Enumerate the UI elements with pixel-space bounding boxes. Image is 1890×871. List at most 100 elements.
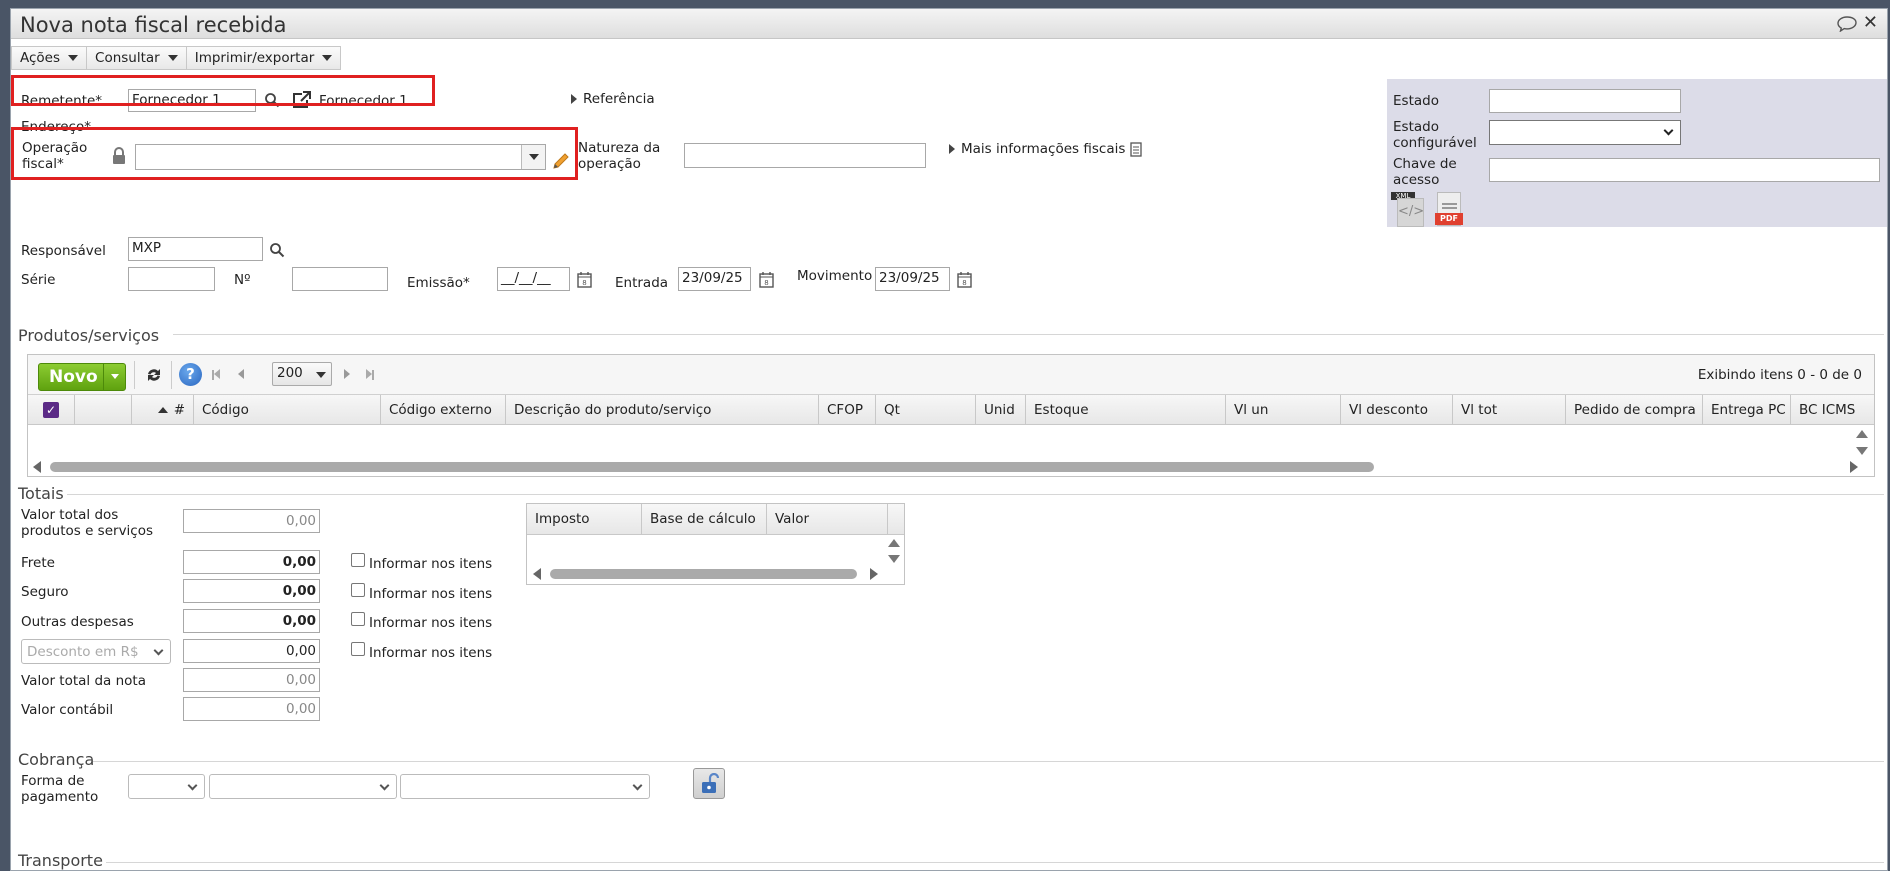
scroll-left-icon[interactable] [533, 568, 541, 580]
remetente-link[interactable]: Fornecedor 1 [319, 93, 408, 109]
scroll-up-icon[interactable] [888, 539, 900, 547]
pdf-icon[interactable]: PDF [1435, 192, 1465, 228]
remetente-input[interactable]: Fornecedor 1 [128, 89, 256, 112]
last-page-bar [372, 370, 374, 380]
help-icon[interactable]: ? [179, 363, 202, 386]
menu-imprimir-exportar[interactable]: Imprimir/exportar [186, 46, 342, 70]
first-page-icon[interactable] [214, 369, 220, 379]
next-page-icon[interactable] [344, 369, 350, 379]
caret-down-icon [529, 154, 539, 160]
frete-informar-checkbox[interactable] [351, 553, 365, 567]
forma-pagamento-select-2[interactable] [209, 774, 397, 799]
totais-title: Totais [18, 484, 64, 503]
page-size-select[interactable]: 200 [272, 362, 332, 386]
search-icon[interactable] [264, 92, 280, 108]
forma-pagamento-select-3[interactable] [400, 774, 650, 799]
numero-input[interactable] [292, 267, 388, 291]
calendar-icon[interactable]: 8 [577, 271, 592, 288]
col-entrega-pc[interactable]: Entrega PC [1703, 395, 1791, 425]
outras-despesas-input[interactable]: 0,00 [183, 609, 320, 633]
tax-col-valor[interactable]: Valor [767, 504, 888, 535]
scroll-right-icon[interactable] [1850, 461, 1858, 473]
refresh-icon[interactable] [145, 366, 163, 384]
col-number[interactable]: # [132, 395, 194, 425]
referencia-label: Referência [583, 91, 655, 107]
document-icon[interactable] [1130, 142, 1142, 157]
estado-config-select[interactable] [1489, 120, 1681, 145]
seguro-informar-checkbox[interactable] [351, 583, 365, 597]
operacao-fiscal-input[interactable] [135, 144, 546, 170]
external-link-icon[interactable] [291, 91, 311, 110]
window: Nova nota fiscal recebida ✕ Ações Consul… [10, 8, 1888, 871]
natureza-label: Natureza da operação [578, 140, 661, 172]
search-icon[interactable] [269, 242, 285, 258]
calendar-icon[interactable]: 8 [759, 271, 774, 288]
col-cfop[interactable]: CFOP [819, 395, 876, 425]
tax-horizontal-scrollbar[interactable] [550, 569, 857, 579]
scroll-down-icon[interactable] [1856, 447, 1868, 455]
referencia-toggle[interactable]: Referência [571, 91, 655, 107]
caret-down-icon [322, 55, 333, 61]
novo-button[interactable]: Novo [38, 363, 126, 391]
col-pedido-compra[interactable]: Pedido de compra [1566, 395, 1703, 425]
scroll-up-icon[interactable] [1856, 430, 1868, 438]
col-qt[interactable]: Qt [876, 395, 976, 425]
serie-input[interactable] [128, 267, 215, 291]
desconto-informar-checkbox[interactable] [351, 642, 365, 656]
numero-label: Nº [234, 272, 251, 288]
outras-informar-checkbox[interactable] [351, 612, 365, 626]
movimento-input[interactable]: 23/09/25 [875, 267, 950, 291]
xml-icon[interactable]: XML </> [1391, 192, 1425, 228]
natureza-input[interactable] [684, 143, 926, 168]
endereco-label: Endereço* [21, 119, 91, 135]
col-estoque[interactable]: Estoque [1026, 395, 1226, 425]
select-all-cell[interactable]: ✓ [28, 395, 75, 425]
calendar-icon[interactable]: 8 [957, 271, 972, 288]
scroll-down-icon[interactable] [888, 555, 900, 563]
unlock-button[interactable] [693, 768, 725, 799]
estado-input[interactable] [1489, 89, 1681, 113]
chat-icon[interactable] [1837, 16, 1857, 32]
frete-input[interactable]: 0,00 [183, 550, 320, 574]
pencil-icon[interactable] [552, 152, 570, 170]
select-all-checkbox[interactable]: ✓ [43, 402, 59, 418]
forma-pagamento-select-1[interactable] [128, 774, 205, 799]
pdf-line [1442, 207, 1457, 209]
col-codigo-externo[interactable]: Código externo [381, 395, 506, 425]
close-icon[interactable]: ✕ [1863, 12, 1878, 33]
desconto-type-select[interactable]: Desconto em R$ [21, 639, 171, 664]
prev-page-icon[interactable] [238, 369, 244, 379]
chave-input[interactable] [1489, 158, 1880, 182]
col-vl-desconto[interactable]: Vl desconto [1341, 395, 1453, 425]
window-title: Nova nota fiscal recebida [20, 13, 287, 37]
frete-informar-label: Informar nos itens [369, 556, 493, 572]
novo-label: Novo [49, 367, 98, 387]
scroll-right-icon[interactable] [870, 568, 878, 580]
col-unid[interactable]: Unid [976, 395, 1026, 425]
mais-info-toggle[interactable]: Mais informações fiscais [949, 141, 1125, 157]
col-vl-un[interactable]: Vl un [1226, 395, 1341, 425]
horizontal-scrollbar[interactable] [50, 462, 1374, 472]
entrada-input[interactable]: 23/09/25 [678, 267, 751, 291]
operacao-dropdown-button[interactable] [521, 145, 545, 169]
caret-down-icon [68, 55, 79, 61]
responsavel-input[interactable]: MXP [128, 237, 263, 261]
menu-consultar[interactable]: Consultar [87, 46, 187, 70]
mais-info-label: Mais informações fiscais [961, 141, 1126, 157]
menu-label: Ações [20, 50, 61, 66]
sort-asc-icon [157, 407, 168, 413]
desconto-input[interactable]: 0,00 [183, 639, 320, 663]
col-bc-icms[interactable]: BC ICMS [1791, 395, 1874, 425]
tax-col-base[interactable]: Base de cálculo [642, 504, 767, 535]
menu-acoes[interactable]: Ações [11, 46, 88, 70]
seguro-input[interactable]: 0,00 [183, 579, 320, 603]
col-vl-tot[interactable]: Vl tot [1453, 395, 1566, 425]
outras-despesas-label: Outras despesas [21, 614, 134, 630]
emissao-input[interactable]: __/__/__ [497, 267, 570, 291]
col-descricao[interactable]: Descrição do produto/serviço [506, 395, 819, 425]
chevron-down-icon [632, 780, 643, 791]
scroll-left-icon[interactable] [33, 461, 41, 473]
tax-col-imposto[interactable]: Imposto [527, 504, 642, 535]
novo-dropdown-icon[interactable] [103, 364, 125, 390]
col-codigo[interactable]: Código [194, 395, 381, 425]
